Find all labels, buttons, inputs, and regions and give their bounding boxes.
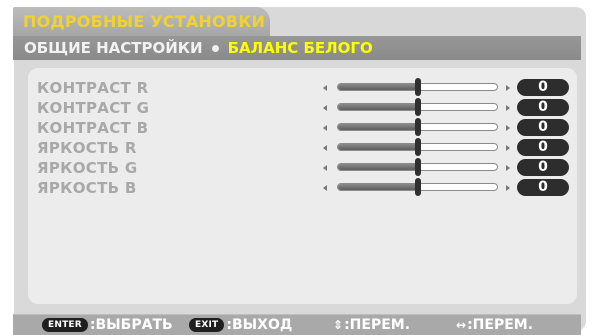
hint-enter-label: :ВЫБРАТЬ — [89, 317, 173, 333]
slider-handle[interactable] — [414, 98, 421, 116]
setting-label: КОНТРАСТ G — [37, 99, 150, 117]
setting-value: 0 — [517, 119, 569, 136]
breadcrumb-active[interactable]: БАЛАНС БЕЛОГО — [228, 39, 373, 57]
leftright-arrows-icon: ↔ — [456, 318, 467, 332]
enter-key-icon: ENTER — [42, 318, 88, 332]
slider-handle[interactable] — [414, 158, 421, 176]
setting-row-brightness-g[interactable]: ЯРКОСТЬ G 0 — [37, 158, 577, 178]
slider-fill — [338, 144, 418, 150]
setting-value: 0 — [517, 79, 569, 96]
slider-handle[interactable] — [414, 178, 421, 196]
slider-handle[interactable] — [414, 118, 421, 136]
slider-fill — [338, 184, 418, 190]
key-hint-bar: ENTER :ВЫБРАТЬ EXIT :ВЫХОД ⇕ :ПЕРЕМ. ↔ :… — [13, 314, 581, 335]
setting-value: 0 — [517, 99, 569, 116]
left-arrow-icon[interactable] — [323, 105, 327, 111]
setting-label: ЯРКОСТЬ B — [37, 179, 137, 197]
slider-fill — [338, 84, 418, 90]
breadcrumb-separator-dot — [211, 44, 219, 52]
slider-fill — [338, 164, 418, 170]
hint-leftright-label: :ПЕРЕМ. — [467, 317, 534, 333]
setting-value: 0 — [517, 139, 569, 156]
right-arrow-icon[interactable] — [506, 105, 510, 111]
setting-label: ЯРКОСТЬ G — [37, 159, 138, 177]
setting-value: 0 — [517, 159, 569, 176]
slider-handle[interactable] — [414, 78, 421, 96]
hint-enter: ENTER :ВЫБРАТЬ — [42, 317, 173, 333]
updown-arrows-icon: ⇕ — [333, 318, 344, 332]
setting-row-contrast-b[interactable]: КОНТРАСТ B 0 — [37, 118, 577, 138]
menu-tab-title: ПОДРОБНЫЕ УСТАНОВКИ — [23, 12, 266, 31]
left-arrow-icon[interactable] — [323, 145, 327, 151]
slider-handle[interactable] — [414, 138, 421, 156]
setting-label: ЯРКОСТЬ R — [37, 139, 137, 157]
left-arrow-icon[interactable] — [323, 165, 327, 171]
left-arrow-icon[interactable] — [323, 125, 327, 131]
settings-list: КОНТРАСТ R 0 КОНТРАСТ G 0 КОНТРАСТ B 0 Я… — [37, 78, 577, 198]
setting-label: КОНТРАСТ B — [37, 119, 149, 137]
breadcrumb: ОБЩИЕ НАСТРОЙКИ БАЛАНС БЕЛОГО — [13, 36, 581, 60]
hint-move-updown: ⇕ :ПЕРЕМ. — [333, 317, 410, 333]
exit-key-icon: EXIT — [189, 318, 225, 332]
setting-row-contrast-g[interactable]: КОНТРАСТ G 0 — [37, 98, 577, 118]
right-arrow-icon[interactable] — [506, 145, 510, 151]
right-arrow-icon[interactable] — [506, 125, 510, 131]
hint-exit: EXIT :ВЫХОД — [189, 317, 292, 333]
left-arrow-icon[interactable] — [323, 85, 327, 91]
setting-row-contrast-r[interactable]: КОНТРАСТ R 0 — [37, 78, 577, 98]
setting-row-brightness-b[interactable]: ЯРКОСТЬ B 0 — [37, 178, 577, 198]
hint-move-leftright: ↔ :ПЕРЕМ. — [456, 317, 533, 333]
setting-row-brightness-r[interactable]: ЯРКОСТЬ R 0 — [37, 138, 577, 158]
menu-tab[interactable]: ПОДРОБНЫЕ УСТАНОВКИ — [13, 7, 270, 36]
setting-value: 0 — [517, 179, 569, 196]
hint-exit-label: :ВЫХОД — [226, 317, 293, 333]
right-arrow-icon[interactable] — [506, 185, 510, 191]
left-arrow-icon[interactable] — [323, 185, 327, 191]
hint-updown-label: :ПЕРЕМ. — [344, 317, 411, 333]
right-arrow-icon[interactable] — [506, 165, 510, 171]
slider-fill — [338, 124, 418, 130]
setting-label: КОНТРАСТ R — [37, 79, 149, 97]
right-arrow-icon[interactable] — [506, 85, 510, 91]
slider-fill — [338, 104, 418, 110]
breadcrumb-general[interactable]: ОБЩИЕ НАСТРОЙКИ — [24, 39, 203, 57]
